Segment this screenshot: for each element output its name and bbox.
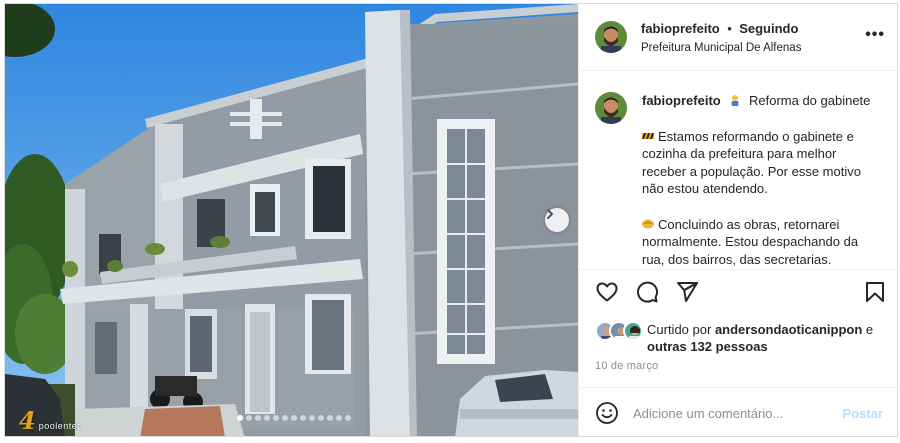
carousel-indicator xyxy=(237,415,351,421)
author-username[interactable]: fabioprefeito xyxy=(641,21,720,36)
carousel-dot xyxy=(255,415,261,421)
likes-connector: e xyxy=(865,322,874,337)
carousel-dot xyxy=(309,415,315,421)
likes-count-link[interactable]: outras 132 pessoas xyxy=(647,339,768,354)
author-avatar[interactable] xyxy=(595,21,627,53)
caption-scroll-area[interactable]: fabioprefeito Reforma do gabinete Estamo… xyxy=(579,72,897,268)
carousel-dot xyxy=(282,415,288,421)
avatar-image xyxy=(595,21,627,53)
comment-icon[interactable] xyxy=(635,280,659,304)
paragraph-2-text: Concluindo as obras, retornarei normalme… xyxy=(642,216,859,267)
liker-avatars xyxy=(595,321,643,341)
caption-paragraph-2: Concluindo as obras, retornarei normalme… xyxy=(642,216,882,269)
building-photo xyxy=(5,4,578,436)
carousel-dot xyxy=(273,415,279,421)
liker-username[interactable]: andersondaoticanippon xyxy=(715,322,862,337)
watermark: 4 poolenter xyxy=(19,409,81,433)
carousel-dot xyxy=(246,415,252,421)
post-comment-button[interactable]: Postar xyxy=(843,406,883,421)
watermark-text: poolenter xyxy=(38,421,81,431)
caption-title: Reforma do gabinete xyxy=(748,93,871,108)
bookmark-icon[interactable] xyxy=(863,280,887,304)
avatar-image xyxy=(595,92,627,124)
following-button[interactable]: Seguindo xyxy=(739,21,798,36)
construction-worker-icon xyxy=(731,95,739,106)
construction-sign-icon xyxy=(642,132,654,139)
carousel-dot xyxy=(264,415,270,421)
author-info: fabioprefeito • Seguindo Prefeitura Muni… xyxy=(641,20,801,54)
instagram-post-modal: 4 poolenter fabioprefeito • Seguindo Pre… xyxy=(4,3,898,437)
heart-icon[interactable] xyxy=(595,280,619,304)
caption-avatar[interactable] xyxy=(595,92,627,124)
post-photo[interactable]: 4 poolenter xyxy=(5,4,578,436)
post-location[interactable]: Prefeitura Municipal De Alfenas xyxy=(641,42,801,54)
carousel-dot xyxy=(237,415,243,421)
carousel-dot xyxy=(336,415,342,421)
carousel-dot xyxy=(327,415,333,421)
likes-prefix: Curtido por xyxy=(647,322,712,337)
liker-avatar[interactable] xyxy=(623,321,643,341)
paper-plane-icon[interactable] xyxy=(675,280,699,304)
paragraph-1-text: Estamos reformando o gabinete e cozinha … xyxy=(642,128,861,197)
comment-input[interactable] xyxy=(633,405,843,421)
caption-paragraph-1: Estamos reformando o gabinete e cozinha … xyxy=(642,128,882,198)
divider xyxy=(579,269,897,270)
carousel-dot xyxy=(345,415,351,421)
next-slide-button[interactable] xyxy=(545,208,569,232)
caption-text: fabioprefeito Reforma do gabinete Estamo… xyxy=(642,92,882,268)
watermark-number: 4 xyxy=(19,406,36,435)
handshake-icon xyxy=(642,219,654,228)
likes-text: Curtido por andersondaoticanippon e outr… xyxy=(647,321,887,355)
likes-summary: Curtido por andersondaoticanippon e outr… xyxy=(595,321,887,355)
carousel-dot xyxy=(291,415,297,421)
chevron-right-icon xyxy=(547,209,553,219)
separator: • xyxy=(727,21,732,36)
more-options-button[interactable]: ••• xyxy=(865,26,885,44)
comment-bar: Postar xyxy=(579,387,897,436)
post-header: fabioprefeito • Seguindo Prefeitura Muni… xyxy=(579,4,897,71)
post-date[interactable]: 10 de março xyxy=(595,360,658,372)
caption: fabioprefeito Reforma do gabinete Estamo… xyxy=(595,92,883,268)
post-details-panel: fabioprefeito • Seguindo Prefeitura Muni… xyxy=(578,4,897,436)
caption-username[interactable]: fabioprefeito xyxy=(642,93,721,108)
carousel-dot xyxy=(318,415,324,421)
action-bar xyxy=(591,280,891,310)
carousel-dot xyxy=(300,415,306,421)
smiley-icon[interactable] xyxy=(595,401,619,425)
